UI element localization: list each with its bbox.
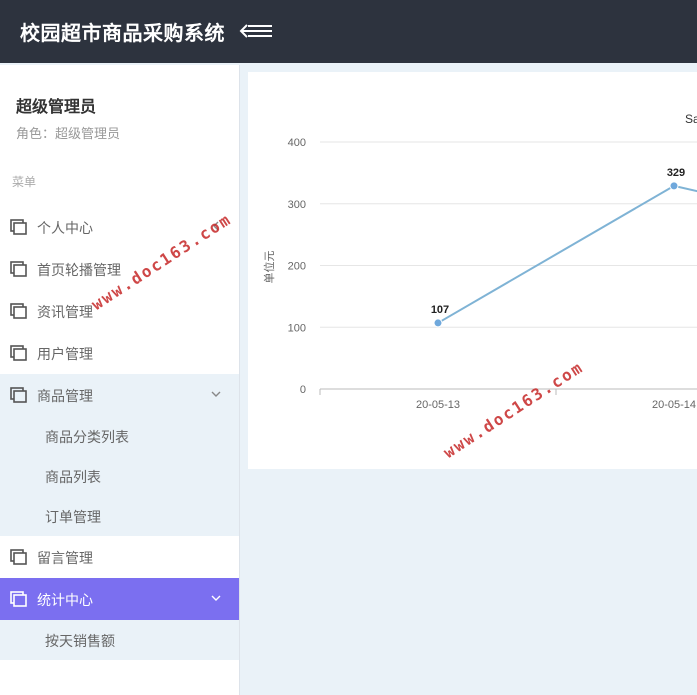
user-role: 角色：超级管理员: [16, 127, 121, 142]
y-tick-label: 300: [288, 199, 306, 211]
window-icon: [10, 387, 27, 403]
sidebar-subitem-daily-sales[interactable]: 按天销售额: [0, 620, 239, 660]
chart-title: Sa: [685, 112, 697, 126]
user-name: 超级管理员: [16, 97, 97, 116]
sidebar-item-label: 首页轮播管理: [37, 263, 121, 279]
y-axis-label: 单位元: [262, 251, 276, 284]
sidebar-item-users[interactable]: 用户管理: [0, 332, 239, 374]
window-icon: [10, 345, 27, 361]
top-bar: 校园超市商品采购系统: [0, 0, 697, 63]
chevron-down-icon: [211, 391, 221, 397]
sidebar-subitem-label: 商品列表: [45, 470, 101, 486]
window-icon: [10, 261, 27, 277]
y-tick-label: 0: [300, 384, 306, 396]
data-point: [433, 318, 443, 328]
sidebar-subitem-label: 商品分类列表: [45, 430, 129, 446]
menu-caption: 菜单: [12, 175, 37, 189]
sidebar-item-statistics[interactable]: 统计中心: [0, 578, 239, 620]
window-icon: [10, 549, 27, 565]
series-line: [437, 184, 675, 324]
sidebar-subitem-orders[interactable]: 订单管理: [0, 496, 239, 536]
sidebar-item-goods[interactable]: 商品管理: [0, 374, 239, 416]
sidebar-item-label: 统计中心: [37, 593, 93, 609]
y-tick-label: 200: [288, 261, 306, 273]
sidebar-item-label: 商品管理: [37, 389, 93, 405]
data-label: 107: [431, 304, 449, 316]
window-icon: [10, 591, 27, 607]
sidebar: 超级管理员 角色：超级管理员 菜单 个人中心 首页轮播管理 资讯管理 用户管理 …: [0, 65, 240, 695]
sidebar-item-label: 留言管理: [37, 551, 93, 567]
sidebar-subitem-goods-category[interactable]: 商品分类列表: [0, 416, 239, 456]
chart-card: Sa 0 100 200 300 400 单位元 20-05-13 20-05-14 107 329: [248, 72, 697, 469]
window-icon: [10, 219, 27, 235]
sidebar-item-label: 个人中心: [37, 221, 93, 237]
sales-line-chart: Sa 0 100 200 300 400 单位元 20-05-13 20-05-14 107 329: [262, 112, 697, 411]
sidebar-subitem-label: 订单管理: [45, 510, 101, 526]
sidebar-item-messages[interactable]: 留言管理: [0, 536, 239, 578]
sidebar-item-label: 资讯管理: [37, 305, 93, 321]
y-tick-label: 400: [288, 137, 306, 149]
sidebar-item-label: 用户管理: [37, 347, 93, 363]
chevron-down-icon: [211, 595, 221, 601]
x-tick-label: 20-05-14: [652, 399, 696, 411]
data-point: [669, 181, 679, 191]
sidebar-subitem-goods-list[interactable]: 商品列表: [0, 456, 239, 496]
sidebar-subitem-label: 按天销售额: [45, 634, 115, 650]
menu-collapse-icon[interactable]: [238, 20, 278, 42]
app-title: 校园超市商品采购系统: [20, 21, 225, 45]
data-label: 329: [667, 167, 685, 179]
y-tick-label: 100: [288, 322, 306, 334]
x-tick-label: 20-05-13: [416, 399, 460, 411]
window-icon: [10, 303, 27, 319]
